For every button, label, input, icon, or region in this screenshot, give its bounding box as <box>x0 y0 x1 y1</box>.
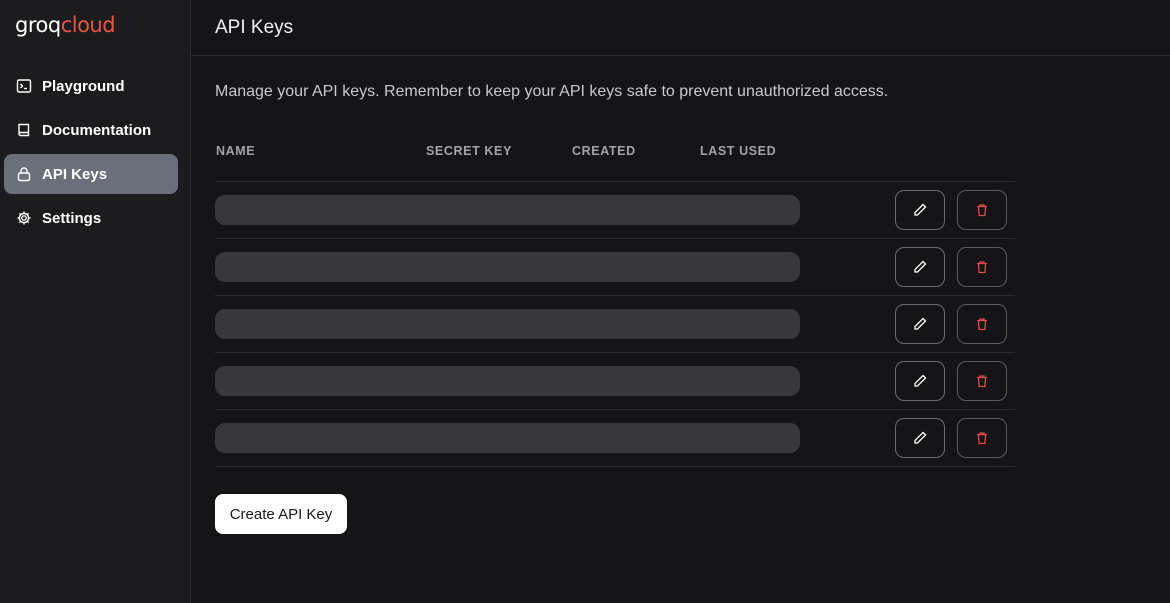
table-row <box>215 239 1015 296</box>
sidebar-item-playground[interactable]: Playground <box>4 66 178 106</box>
delete-button[interactable] <box>957 304 1007 344</box>
column-header-created: CREATED <box>572 144 636 158</box>
pencil-icon <box>914 317 927 330</box>
trash-icon <box>977 318 987 331</box>
sidebar-item-label: Documentation <box>42 121 152 139</box>
loading-skeleton <box>215 309 800 339</box>
sidebar-item-label: Settings <box>42 209 102 227</box>
sidebar: groqcloud Playground Documentation API K… <box>0 0 191 603</box>
topbar: API Keys <box>191 0 1170 56</box>
edit-button[interactable] <box>895 361 945 401</box>
gear-icon <box>16 210 32 226</box>
delete-button[interactable] <box>957 418 1007 458</box>
column-header-last-used: LAST USED <box>700 144 777 158</box>
table-row <box>215 296 1015 353</box>
terminal-icon <box>16 78 32 94</box>
edit-button[interactable] <box>895 418 945 458</box>
sidebar-nav: Playground Documentation API Keys Settin… <box>4 66 178 242</box>
delete-button[interactable] <box>957 190 1007 230</box>
edit-button[interactable] <box>895 247 945 287</box>
trash-icon <box>977 432 987 445</box>
table-row <box>215 353 1015 410</box>
sidebar-item-api-keys[interactable]: API Keys <box>4 154 178 194</box>
delete-button[interactable] <box>957 361 1007 401</box>
trash-icon <box>977 375 987 388</box>
sidebar-item-label: API Keys <box>42 165 108 183</box>
groqcloud-logo[interactable]: groqcloud <box>15 12 116 38</box>
column-header-secret-key: SECRET KEY <box>426 144 512 158</box>
pencil-icon <box>914 431 927 444</box>
delete-button[interactable] <box>957 247 1007 287</box>
main-panel: API Keys Manage your API keys. Remember … <box>191 0 1170 603</box>
pencil-icon <box>914 260 927 273</box>
page-title: API Keys <box>215 16 294 38</box>
api-keys-table: NAME SECRET KEY CREATED LAST USED <box>215 140 1015 467</box>
table-row <box>215 410 1015 467</box>
edit-button[interactable] <box>895 304 945 344</box>
loading-skeleton <box>215 423 800 453</box>
pencil-icon <box>914 374 927 387</box>
table-row <box>215 182 1015 239</box>
lock-icon <box>16 166 32 182</box>
sidebar-item-label: Playground <box>42 77 125 95</box>
sidebar-item-documentation[interactable]: Documentation <box>4 110 178 150</box>
create-api-key-button[interactable]: Create API Key <box>215 494 347 534</box>
sidebar-item-settings[interactable]: Settings <box>4 198 178 238</box>
loading-skeleton <box>215 252 800 282</box>
app-window: groqcloud Playground Documentation API K… <box>0 0 1170 603</box>
trash-icon <box>977 204 987 217</box>
trash-icon <box>977 261 987 274</box>
book-icon <box>16 122 32 138</box>
loading-skeleton <box>215 195 800 225</box>
pencil-icon <box>914 203 927 216</box>
logo-text-groq: groq <box>15 13 61 37</box>
loading-skeleton <box>215 366 800 396</box>
page-description: Manage your API keys. Remember to keep y… <box>215 83 889 100</box>
column-header-name: NAME <box>216 144 256 158</box>
logo-text-cloud: cloud <box>60 13 116 37</box>
edit-button[interactable] <box>895 190 945 230</box>
api-keys-section: Manage your API keys. Remember to keep y… <box>215 56 1015 467</box>
table-header: NAME SECRET KEY CREATED LAST USED <box>215 140 1015 182</box>
